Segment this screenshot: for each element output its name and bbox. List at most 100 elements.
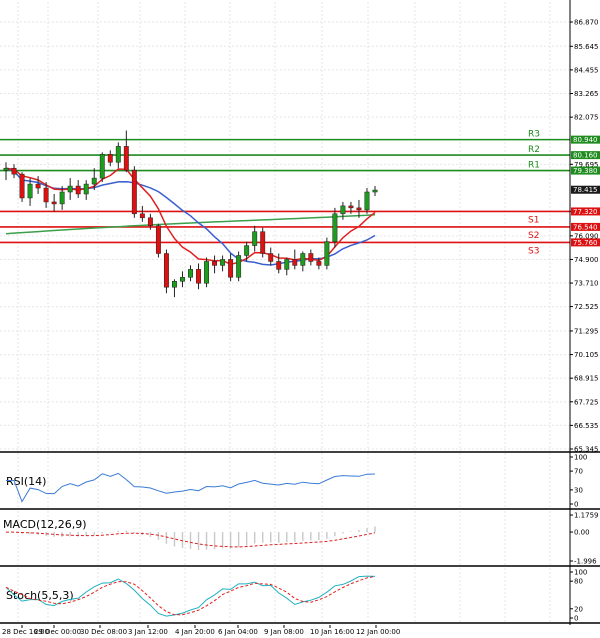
- candle-body: [99, 154, 105, 179]
- level-price-text: 80.160: [573, 152, 598, 160]
- rsi-y-tick-label: 70: [574, 468, 583, 476]
- candle-body: [35, 183, 41, 189]
- axes: 86.87085.64584.45583.26582.07579.69577.3…: [0, 0, 600, 636]
- candle-body: [180, 277, 185, 282]
- y-tick-label: 74.900: [574, 256, 599, 264]
- y-tick-label: 83.265: [574, 90, 599, 98]
- level-price-text: 75.760: [573, 239, 598, 247]
- x-tick-label: 30 Dec 08:00: [80, 628, 127, 636]
- stoch-y-tick-label: 80: [574, 578, 583, 586]
- macd-y-tick-label: -1.996: [574, 558, 597, 566]
- candle-body: [316, 261, 322, 266]
- level-label-s1: S1: [528, 215, 539, 225]
- stoch-y-tick-label: 20: [574, 605, 583, 613]
- rsi-y-tick-label: 30: [574, 486, 583, 494]
- candle-body: [83, 183, 89, 195]
- candle-body: [252, 231, 258, 246]
- candle-body: [91, 177, 97, 185]
- candle-body: [59, 191, 65, 205]
- candle-body: [364, 191, 370, 211]
- x-tick-label: 10 Jan 16:00: [310, 628, 354, 636]
- candle-body: [163, 253, 169, 288]
- level-label-r3: R3: [528, 130, 540, 140]
- candle-body: [3, 167, 9, 171]
- level-label-s2: S2: [528, 231, 539, 241]
- level-label-r1: R1: [528, 161, 540, 171]
- candle-body: [340, 205, 346, 215]
- candle-body: [139, 213, 145, 219]
- y-tick-label: 67.725: [574, 398, 599, 406]
- candle-body: [51, 201, 57, 205]
- y-tick-label: 73.710: [574, 280, 599, 288]
- ma-slow-line: [5, 214, 376, 235]
- x-tick-label: 3 Jan 12:00: [128, 628, 168, 636]
- candle-body: [228, 259, 234, 278]
- rsi-title: RSI(14): [6, 475, 46, 488]
- y-tick-label: 68.915: [574, 375, 599, 383]
- candle-body: [131, 169, 137, 215]
- y-tick-label: 86.870: [574, 19, 599, 27]
- candle-body: [268, 253, 274, 262]
- stoch-y-tick-label: 0: [574, 615, 578, 623]
- ma-mid-line: [5, 167, 376, 266]
- candle-body: [284, 259, 290, 270]
- stoch-panel: Stoch(5,5,3): [5, 575, 376, 617]
- current-price-text: 78.415: [573, 186, 598, 194]
- candle-body: [123, 146, 129, 171]
- level-price-text: 79.380: [573, 167, 598, 175]
- level-price-text: 76.540: [573, 223, 598, 231]
- price-panel: R3 R2 R1 S1 S2 S3: [0, 130, 570, 298]
- level-price-text: 80.940: [573, 136, 598, 144]
- level-label-r2: R2: [528, 145, 540, 155]
- y-tick-label: 85.645: [574, 43, 599, 51]
- level-price-text: 77.320: [573, 208, 598, 216]
- candle-body: [75, 185, 81, 195]
- candle-body: [236, 255, 242, 278]
- candle-body: [332, 213, 338, 242]
- stoch-y-tick-label: 100: [574, 569, 587, 577]
- candle-body: [204, 261, 209, 284]
- candle-body: [27, 183, 33, 199]
- candle-body: [276, 261, 282, 270]
- candle-body: [356, 207, 362, 211]
- candle-body: [115, 146, 121, 163]
- candle-body: [19, 173, 25, 199]
- candle-body: [155, 225, 161, 254]
- x-tick-label: 6 Jan 04:00: [218, 628, 258, 636]
- y-tick-label: 70.105: [574, 351, 599, 359]
- y-tick-label: 72.525: [574, 303, 599, 311]
- level-label-s3: S3: [528, 246, 539, 256]
- rsi-y-tick-label: 100: [574, 454, 587, 462]
- candle-body: [220, 259, 226, 266]
- candle-body: [244, 245, 250, 256]
- candle-body: [172, 281, 177, 288]
- x-tick-label: 4 Jan 20:00: [175, 628, 215, 636]
- y-tick-label: 82.075: [574, 114, 599, 122]
- rsi-line: [6, 472, 376, 503]
- trading-chart: R3 R2 R1 S1 S2 S3 RSI(14) MACD(12,26,9) Stoch…: [0, 0, 600, 636]
- macd-y-tick-label: 1.1759: [574, 512, 599, 520]
- candle-body: [324, 241, 330, 266]
- candle-body: [147, 217, 153, 226]
- x-tick-label: 29 Dec 00:00: [34, 628, 81, 636]
- candle-body: [308, 253, 314, 262]
- macd-y-tick-label: 0.00: [574, 529, 590, 537]
- y-tick-label: 66.535: [574, 422, 599, 430]
- candle-body: [300, 253, 306, 266]
- y-tick-label: 71.295: [574, 327, 599, 335]
- y-tick-label: 84.455: [574, 66, 599, 74]
- candle-body: [292, 259, 298, 266]
- candle-body: [67, 185, 73, 193]
- candle-body: [188, 269, 193, 278]
- candle-body: [348, 205, 354, 209]
- macd-title: MACD(12,26,9): [3, 518, 87, 531]
- rsi-panel: RSI(14): [6, 472, 376, 503]
- x-tick-label: 9 Jan 08:00: [264, 628, 304, 636]
- rsi-y-tick-label: 0: [574, 501, 578, 509]
- candle-body: [372, 189, 378, 193]
- candle-body: [260, 231, 266, 254]
- macd-panel: MACD(12,26,9): [3, 518, 376, 551]
- x-tick-label: 12 Jan 00:00: [356, 628, 400, 636]
- candle-body: [43, 187, 49, 203]
- candle-body: [107, 154, 113, 163]
